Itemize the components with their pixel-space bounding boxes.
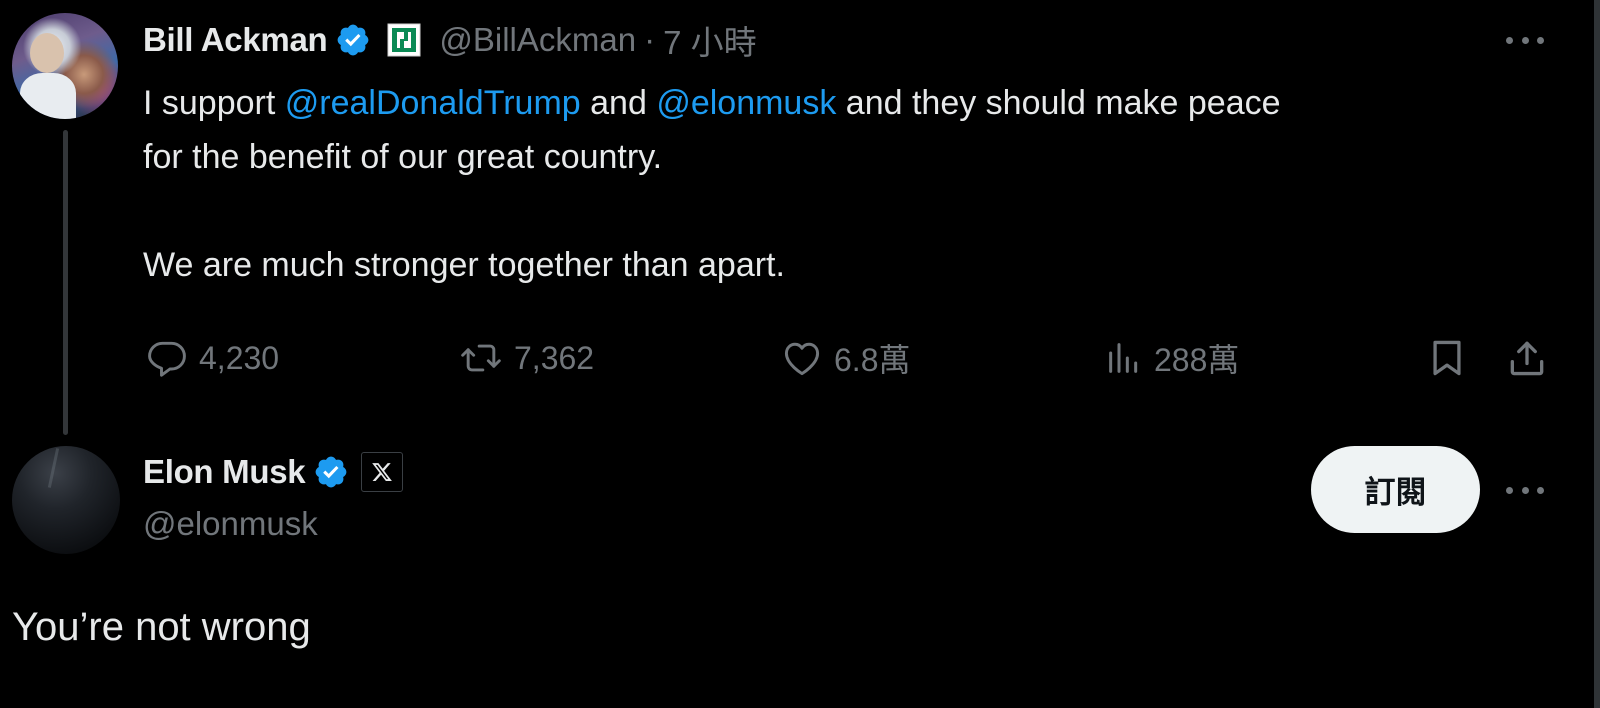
views-chart-icon [1104, 336, 1144, 380]
like-count: 6.8萬 [834, 342, 911, 378]
separator-dot: · [644, 21, 656, 58]
avatar-bill-ackman[interactable] [12, 13, 118, 119]
pershing-square-badge-icon[interactable] [387, 23, 421, 57]
author-handle[interactable]: @elonmusk [143, 505, 318, 543]
x-logo-icon[interactable] [361, 452, 404, 492]
views-count: 288萬 [1154, 342, 1240, 378]
author-name[interactable]: Elon Musk [143, 453, 306, 491]
more-dots-icon[interactable] [1506, 32, 1544, 48]
verified-badge-icon [313, 454, 349, 490]
text-segment: I support [143, 84, 285, 122]
text-segment: and [580, 84, 657, 122]
reply-count: 4,230 [199, 339, 280, 376]
avatar-elon-musk[interactable] [12, 446, 120, 554]
mention-elonmusk[interactable]: @elonmusk [656, 84, 836, 122]
text-segment: and they should make peace [836, 84, 1281, 122]
share-icon [1505, 336, 1549, 380]
retweet-count: 7,362 [514, 339, 595, 376]
subscribe-button[interactable]: 訂閱 [1311, 446, 1480, 533]
reply-icon [145, 336, 189, 380]
bookmark-icon [1425, 336, 1469, 380]
verified-badge-icon [335, 22, 371, 58]
share-button[interactable] [1505, 336, 1549, 380]
retweet-button[interactable]: 7,362 [458, 336, 594, 380]
like-button[interactable]: 6.8萬 [780, 336, 911, 380]
tweet-timestamp[interactable]: 7 小時 [663, 16, 757, 64]
views-button[interactable]: 288萬 [1104, 336, 1239, 380]
more-dots-icon[interactable] [1506, 482, 1544, 498]
retweet-icon [458, 336, 504, 380]
tweet-text-line-2: for the benefit of our great country. [143, 138, 663, 176]
tweet-text-line-3: We are much stronger together than apart… [143, 246, 785, 284]
scrollbar[interactable] [1594, 0, 1600, 708]
bookmark-button[interactable] [1425, 336, 1469, 380]
heart-icon [780, 336, 824, 380]
thread-connector-line [63, 130, 68, 435]
tweet-header-musk: Elon Musk [143, 450, 404, 494]
tweet-text: You’re not wrong [12, 605, 311, 649]
tweet-text-line-1: I support @realDonaldTrump and @elonmusk… [143, 76, 1543, 130]
reply-button[interactable]: 4,230 [145, 336, 279, 380]
author-name[interactable]: Bill Ackman [143, 21, 328, 59]
author-handle[interactable]: @BillAckman [439, 21, 636, 59]
mention-realdonaldtrump[interactable]: @realDonaldTrump [285, 84, 581, 122]
tweet-header-ackman: Bill Ackman @BillAckman · 7 小時 [143, 18, 757, 62]
